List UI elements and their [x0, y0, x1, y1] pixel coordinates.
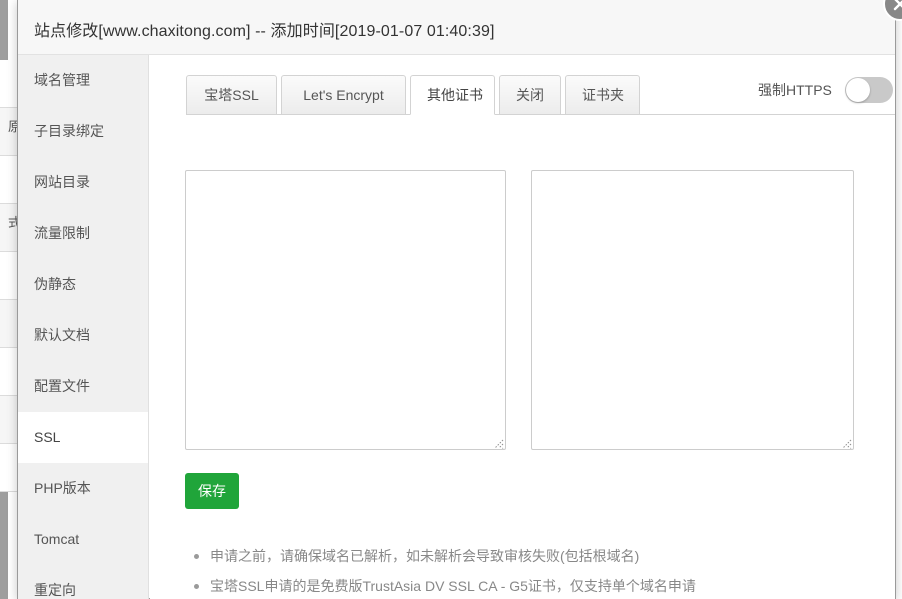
dialog-content: 宝塔SSL Let's Encrypt 其他证书 关闭 证书夹 强制HTTPS …: [150, 55, 895, 599]
background-row: [0, 60, 18, 108]
sidebar-item-label: 默认文档: [34, 327, 90, 343]
tab-close-ssl[interactable]: 关闭: [499, 75, 561, 115]
tab-label: 关闭: [516, 87, 544, 103]
sidebar-item-label: 流量限制: [34, 225, 90, 241]
sidebar-item-label: Tomcat: [34, 531, 80, 547]
force-https-control: 强制HTTPS: [758, 77, 893, 103]
force-https-toggle[interactable]: [844, 77, 893, 103]
dialog-titlebar: 站点修改[www.chaxitong.com] -- 添加时间[2019-01-…: [18, 0, 895, 55]
tab-label: 宝塔SSL: [204, 87, 259, 103]
sidebar-item-php-version[interactable]: PHP版本: [18, 463, 148, 514]
save-button[interactable]: 保存: [185, 473, 239, 509]
tab-label: 证书夹: [582, 87, 624, 103]
background-row: [0, 156, 18, 204]
sidebar-item-rewrite[interactable]: 伪静态: [18, 259, 148, 310]
sidebar-item-label: SSL: [34, 429, 61, 445]
pem-input[interactable]: [531, 170, 854, 450]
force-https-label: 强制HTTPS: [758, 82, 832, 98]
sidebar-item-config-file[interactable]: 配置文件: [18, 361, 148, 412]
background-row: [0, 300, 18, 348]
dialog-title: 站点修改[www.chaxitong.com] -- 添加时间[2019-01-…: [34, 23, 495, 40]
key-input[interactable]: [185, 170, 506, 450]
background-row: [0, 348, 18, 396]
sidebar-item-label: 网站目录: [34, 174, 90, 190]
sidebar-item-label: 伪静态: [34, 276, 76, 292]
tab-other-cert[interactable]: 其他证书: [410, 75, 495, 115]
sidebar-item-ssl[interactable]: SSL: [18, 412, 148, 463]
sidebar-item-label: PHP版本: [34, 480, 91, 496]
tab-label: 其他证书: [427, 87, 483, 103]
dialog-sidebar: 域名管理 子目录绑定 网站目录 流量限制 伪静态 默认文档 配置文件 SSL P…: [18, 55, 149, 599]
sidebar-item-label: 子目录绑定: [34, 123, 104, 139]
site-edit-dialog: 站点修改[www.chaxitong.com] -- 添加时间[2019-01-…: [17, 0, 902, 599]
sidebar-item-domain[interactable]: 域名管理: [18, 55, 148, 106]
tab-label: Let's Encrypt: [303, 87, 384, 103]
sidebar-item-subdir[interactable]: 子目录绑定: [18, 106, 148, 157]
sidebar-item-label: 重定向: [34, 582, 76, 598]
tab-cert-folder[interactable]: 证书夹: [565, 75, 640, 115]
sidebar-item-redirect[interactable]: 重定向: [18, 565, 148, 599]
ssl-notes-list: 申请之前，请确保域名已解析，如未解析会导致审核失败(包括根域名) 宝塔SSL申请…: [185, 541, 885, 599]
list-item: 宝塔SSL申请的是免费版TrustAsia DV SSL CA - G5证书，仅…: [185, 571, 885, 599]
sidebar-item-default-doc[interactable]: 默认文档: [18, 310, 148, 361]
tab-lets-encrypt[interactable]: Let's Encrypt: [281, 75, 406, 115]
toggle-knob: [845, 78, 870, 102]
background-row: [0, 396, 18, 444]
list-item: 申请之前，请确保域名已解析，如未解析会导致审核失败(包括根域名): [185, 541, 885, 571]
sidebar-item-traffic-limit[interactable]: 流量限制: [18, 208, 148, 259]
sidebar-item-tomcat[interactable]: Tomcat: [18, 514, 148, 565]
sidebar-item-label: 域名管理: [34, 72, 90, 88]
sidebar-item-label: 配置文件: [34, 378, 90, 394]
tab-bt-ssl[interactable]: 宝塔SSL: [186, 75, 277, 115]
sidebar-item-sitedir[interactable]: 网站目录: [18, 157, 148, 208]
background-row: [0, 444, 18, 492]
background-row: [0, 252, 18, 300]
background-page: 原 式证: [0, 0, 18, 599]
